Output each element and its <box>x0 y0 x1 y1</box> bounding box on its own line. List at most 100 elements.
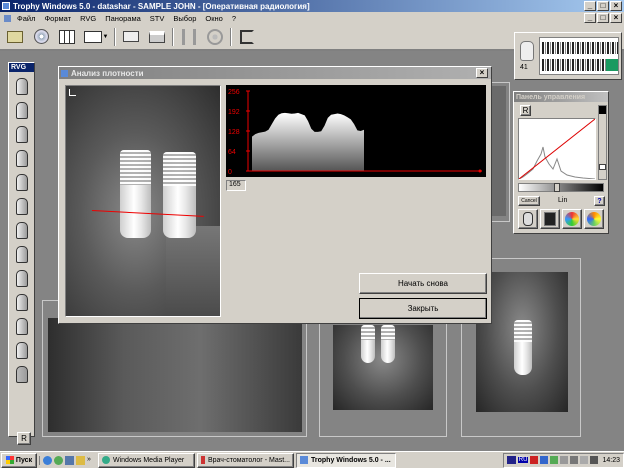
en-flag-icon[interactable] <box>506 456 516 464</box>
xray-image-4[interactable] <box>490 86 506 216</box>
tooth-icon <box>15 246 28 263</box>
menu-format[interactable]: Формат <box>44 14 71 23</box>
xray-image-1[interactable] <box>48 318 302 432</box>
quicklaunch-more-icon[interactable]: » <box>87 456 93 465</box>
windows-logo-icon <box>5 456 14 464</box>
tooth-select-button[interactable] <box>13 364 30 385</box>
tooth-select-button[interactable] <box>13 268 30 289</box>
restart-button[interactable]: Начать снова <box>359 273 487 294</box>
menu-select[interactable]: Выбор <box>173 14 196 23</box>
tooth-select-button[interactable] <box>13 172 30 193</box>
speaker-icon[interactable] <box>590 456 599 464</box>
task-dentist-doc[interactable]: Врач-стоматолог - Mast... <box>197 452 294 468</box>
wheel-icon <box>207 28 223 45</box>
tray-icon-2[interactable] <box>540 456 549 464</box>
color-tool-button[interactable] <box>562 209 582 229</box>
tooth-select-button[interactable] <box>13 292 30 313</box>
tool-icon <box>182 28 196 45</box>
screen-button[interactable]: ▼ <box>82 27 110 47</box>
y-tick-label: 192 <box>228 109 240 116</box>
print-button[interactable] <box>146 27 168 47</box>
tray-icon-5[interactable] <box>570 456 579 464</box>
control-panel-title: Панель управления <box>514 92 608 102</box>
menu-panorama[interactable]: Панорама <box>105 14 141 23</box>
tooth-icon <box>520 41 534 61</box>
ie-icon[interactable] <box>43 455 52 465</box>
main-title-bar: Trophy Windows 5.0 - datashar - SAMPLE J… <box>0 0 624 12</box>
dialog-app-icon <box>61 69 68 77</box>
tooth-number: 41 <box>520 64 528 71</box>
curve-graph[interactable] <box>518 118 596 180</box>
palette-tool-button[interactable] <box>584 209 604 229</box>
mail-button[interactable] <box>120 27 142 47</box>
trophy-icon <box>300 456 308 464</box>
disc-icon <box>33 29 49 44</box>
menu-help[interactable]: ? <box>232 14 236 23</box>
tooth-icon <box>15 198 28 215</box>
cancel-button[interactable]: Cancel <box>518 196 540 206</box>
child-close-button[interactable]: × <box>610 13 622 23</box>
tooth-select-button[interactable] <box>13 220 30 241</box>
dialog-close-action-button[interactable]: Закрыть <box>359 298 487 319</box>
tooth-select-button[interactable] <box>13 76 30 97</box>
tooth-select-button[interactable] <box>13 316 30 337</box>
tray-icon-1[interactable] <box>530 456 539 464</box>
tray-icon-4[interactable] <box>560 456 569 464</box>
menu-file[interactable]: Файл <box>17 14 35 23</box>
media-player-icon <box>102 456 110 464</box>
clock[interactable]: 14:23 <box>602 457 620 464</box>
print-icon <box>149 30 165 43</box>
exit-button[interactable] <box>236 27 258 47</box>
close-button[interactable]: × <box>610 1 622 11</box>
tool-buttons-row <box>518 209 604 229</box>
tooth-select-button[interactable] <box>13 244 30 265</box>
media-icon[interactable] <box>54 455 63 465</box>
curve-vertical-slider[interactable] <box>598 105 607 180</box>
layout-button[interactable] <box>56 27 78 47</box>
xray-tool-button[interactable] <box>540 209 560 229</box>
tooth-icon <box>15 150 28 167</box>
help-button[interactable]: ? <box>594 196 605 206</box>
density-dialog: Анализ плотности × 256 192 128 64 0 165 Нача… <box>58 66 492 324</box>
tooth-icon <box>15 78 28 95</box>
child-restore-button[interactable]: □ <box>597 13 609 23</box>
menu-stv[interactable]: STV <box>150 14 165 23</box>
doc-icon <box>4 14 11 22</box>
minimize-button[interactable]: _ <box>584 1 596 11</box>
tray-icon-6[interactable] <box>580 456 589 464</box>
tooth-select-button[interactable] <box>13 124 30 145</box>
open-folder-button[interactable] <box>4 27 26 47</box>
desktop-icon[interactable] <box>65 455 74 465</box>
density-xray-image[interactable] <box>65 85 221 317</box>
task-trophy-windows[interactable]: Trophy Windows 5.0 - ... <box>296 452 396 468</box>
tooth-chart-grid[interactable] <box>539 37 619 75</box>
dialog-close-button[interactable]: × <box>476 68 488 78</box>
tooth-icon <box>15 102 28 119</box>
task-media-player[interactable]: Windows Media Player <box>98 452 195 468</box>
tool-button[interactable] <box>178 27 200 47</box>
panel-r-button[interactable]: R <box>17 432 31 445</box>
disc-button[interactable] <box>30 27 52 47</box>
tray-icon-3[interactable] <box>550 456 559 464</box>
menu-window[interactable]: Окно <box>205 14 222 23</box>
control-option-button[interactable]: R <box>520 105 531 116</box>
menu-rvg[interactable]: RVG <box>80 14 96 23</box>
mode-label: Lin <box>558 197 568 204</box>
tooth-select-button[interactable] <box>13 100 30 121</box>
tooth-select-button[interactable] <box>13 148 30 169</box>
maximize-button[interactable]: □ <box>597 1 609 11</box>
exit-icon <box>240 29 254 44</box>
child-minimize-button[interactable]: _ <box>584 13 596 23</box>
tooth-select-button[interactable] <box>13 196 30 217</box>
app-title: Trophy Windows 5.0 - datashar - SAMPLE J… <box>13 1 310 11</box>
tooth-tool-button[interactable] <box>518 209 538 229</box>
y-tick-label: 64 <box>228 149 236 156</box>
tooth-select-button[interactable] <box>13 340 30 361</box>
density-dialog-title-bar: Анализ плотности × <box>59 67 491 79</box>
wheel-button[interactable] <box>204 27 226 47</box>
xray-image-2[interactable] <box>333 325 433 410</box>
start-button[interactable]: Пуск <box>1 452 37 468</box>
outlook-icon[interactable] <box>76 455 85 465</box>
level-slider[interactable] <box>518 183 604 192</box>
language-indicator[interactable]: RU <box>517 457 529 463</box>
